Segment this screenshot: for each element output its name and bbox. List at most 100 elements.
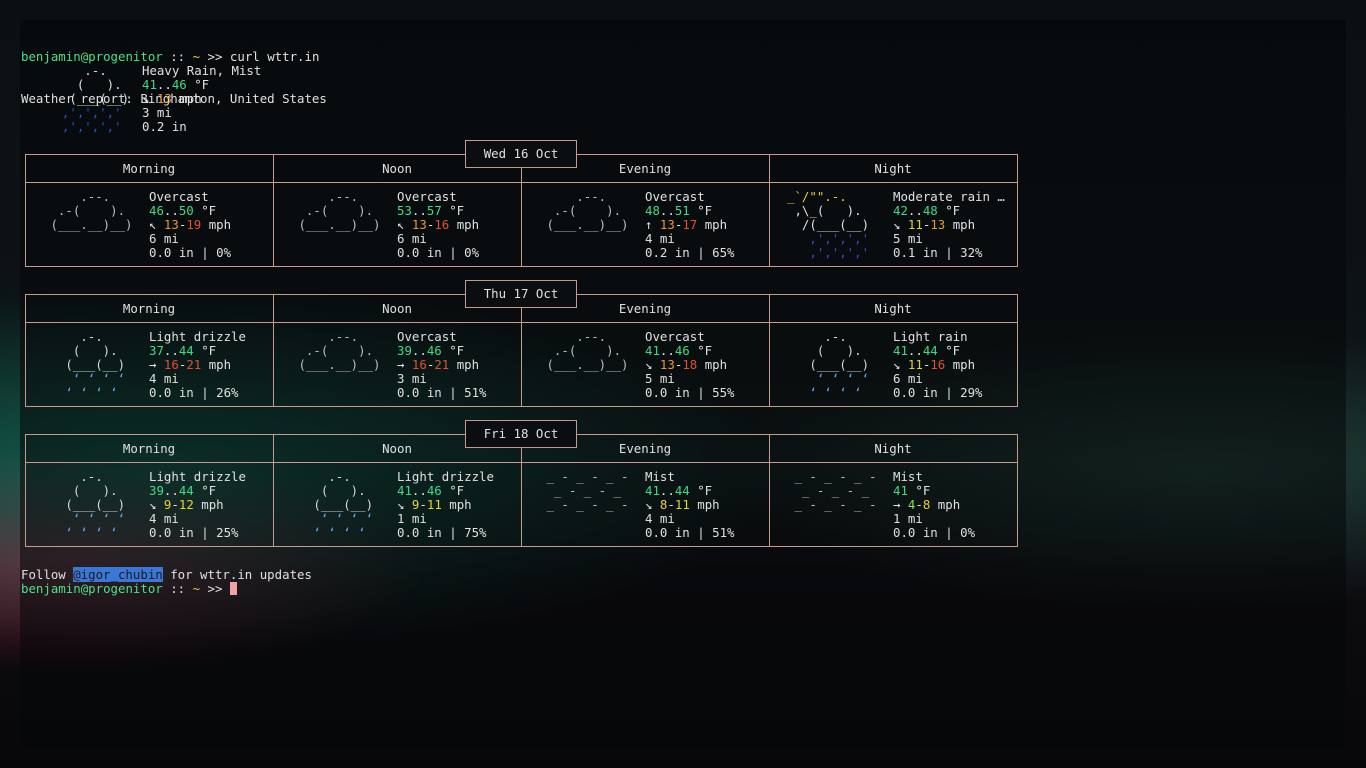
forecast-temp: 39..46 °F [397, 344, 487, 358]
current-weather-info: Heavy Rain, Mist 41..46 °F ↘ 13 mph 3 mi 0.2… [142, 64, 261, 134]
wind-high: 16 [434, 217, 450, 232]
forecast-temp: 41..46 °F [645, 344, 735, 358]
wind-unit: mph [201, 357, 232, 372]
weather-art-line: (___.__)__) [291, 217, 388, 232]
temp-sep: .. [659, 483, 675, 498]
forecast-visibility: 6 mi [397, 231, 427, 246]
forecast-precip: 0.0 in | 55% [645, 385, 735, 400]
weather-art-line: ‚'‚'‚'‚' [787, 231, 877, 246]
wind-unit: mph [449, 217, 480, 232]
weather-art: _ - _ - _ - _ - _ - _ _ - _ - _ - [539, 470, 636, 512]
forecast-wind: → 16-21 mph [149, 358, 246, 372]
current-wind-unit: mph [171, 91, 202, 106]
forecast-info: Light drizzle 39..44 °F ↘ 9-12 mph 4 mi 0.0 … [149, 470, 246, 540]
wind-unit: mph [930, 497, 961, 512]
forecast-precip: 0.2 in | 65% [645, 245, 735, 260]
wind-high: 18 [682, 357, 698, 372]
weather-art: .-. ( ). (___(__) ‘ ‘ ‘ ‘ ‘ ‘ ‘ ‘ [787, 330, 884, 400]
text-cursor [229, 582, 237, 595]
wind-low: 13 [411, 217, 427, 232]
weather-art: .--. .-( ). (___.__)__) [291, 330, 388, 372]
forecast-info: Overcast 53..57 °F ↖ 13-16 mph 6 mi 0.0 in |… [397, 190, 479, 260]
weather-art-line: (___(__) [291, 497, 388, 512]
forecast-wind: ↖ 13-16 mph [397, 218, 479, 232]
current-wind: ↘ 13 mph [142, 92, 261, 106]
forecast-cell: .--. .-( ). (___.__)__) Overcast 48..51 °… [521, 190, 769, 260]
temp-unit: °F [907, 483, 931, 498]
temp-low: 41 [645, 483, 660, 498]
forecast-temp: 41..44 °F [645, 484, 735, 498]
forecast-visibility: 1 mi [893, 511, 923, 526]
temp-high: 50 [178, 203, 194, 218]
weather-art-line: ,\_( ). [787, 203, 877, 218]
weather-art: _`/"".-. ,\_( ). /(___(__) ‚'‚'‚'‚' ‚'‚'… [787, 190, 877, 260]
weather-art-line: ‘ ‘ ‘ ‘ [43, 511, 140, 526]
temp-unit: °F [193, 483, 217, 498]
forecast-info: Overcast 39..46 °F → 16-21 mph 3 mi 0.0 in |… [397, 330, 487, 400]
current-precip: 0.2 in [142, 119, 187, 134]
forecast-temp: 41..44 °F [893, 344, 983, 358]
footer-line: Follow @igor_chubin for wttr.in updates [21, 567, 312, 582]
temp-high: 46 [426, 343, 442, 358]
footer-pre: Follow [21, 567, 74, 582]
forecast-info: Mist 41 °F → 4-8 mph 1 mi 0.0 in | 0% [893, 470, 975, 540]
weather-art-line: .-( ). [539, 203, 636, 218]
forecast-day-table: Morning Noon Evening Night Fri 18 Oct .-. ( … [25, 420, 1018, 547]
temp-sep: .. [907, 343, 923, 358]
wind-unit: mph [449, 357, 480, 372]
wind-high: 12 [178, 497, 194, 512]
weather-art-line: _ - _ - _ - [539, 497, 636, 512]
temp-high: 57 [426, 203, 442, 218]
forecast-cell: .--. .-( ). (___.__)__) Overcast 41..46 °… [521, 330, 769, 400]
current-temp-hi: 46 [171, 77, 187, 92]
forecast-precip: 0.0 in | 26% [149, 385, 239, 400]
date-label: Wed 16 Oct [465, 140, 577, 168]
weather-art-line: (___.__)__) [539, 357, 636, 372]
weather-art-line: .-. [787, 329, 884, 344]
temp-unit: °F [689, 203, 713, 218]
wind-arrow-icon: ↑ [645, 217, 660, 232]
current-art-line: (___(__) [47, 91, 144, 106]
forecast-wind: ↑ 13-17 mph [645, 218, 735, 232]
wind-high: 16 [930, 357, 946, 372]
forecast-visibility: 4 mi [645, 231, 675, 246]
temp-sep: .. [411, 483, 427, 498]
wind-arrow-icon: ↘ [893, 357, 908, 372]
forecast-cell: .-. ( ). (___(__) ‘ ‘ ‘ ‘ ‘ ‘ ‘ ‘ Light … [273, 470, 521, 540]
weather-art-line: .-. [43, 469, 140, 484]
forecast-wind: → 16-21 mph [397, 358, 487, 372]
temp-low: 42 [893, 203, 908, 218]
prompt-line-2[interactable]: benjamin@progenitor :: ~ >> [21, 582, 312, 596]
twitter-handle-link[interactable]: @igor_chubin [73, 567, 163, 582]
weather-art: .--. .-( ). (___.__)__) [291, 190, 388, 232]
weather-art-line: (___(__) [43, 357, 140, 372]
temp-low: 39 [149, 483, 164, 498]
weather-art: .-. ( ). (___(__) ‘ ‘ ‘ ‘ ‘ ‘ ‘ ‘ [43, 330, 140, 400]
wind-unit: mph [697, 357, 728, 372]
wind-unit: mph [193, 497, 224, 512]
forecast-condition: Moderate rain … [893, 189, 1005, 204]
wind-unit: mph [201, 217, 232, 232]
forecast-info: Moderate rain … 42..48 °F ↘ 11-13 mph 5 mi 0… [893, 190, 1005, 260]
weather-art: .-. ( ). (___(__) ‘ ‘ ‘ ‘ ‘ ‘ ‘ ‘ [43, 470, 140, 540]
wind-low: 11 [907, 357, 923, 372]
date-label: Thu 17 Oct [465, 280, 577, 308]
temp-high: 44 [922, 343, 938, 358]
forecast-info: Overcast 48..51 °F ↑ 13-17 mph 4 mi 0.2 in |… [645, 190, 735, 260]
forecast-info: Overcast 46..50 °F ↖ 13-19 mph 6 mi 0.0 in |… [149, 190, 231, 260]
forecast-precip: 0.1 in | 32% [893, 245, 983, 260]
temp-high: 44 [178, 343, 194, 358]
weather-art-line: .-( ). [291, 343, 388, 358]
forecast-wind: ↘ 9-11 mph [397, 498, 494, 512]
forecast-temp: 39..44 °F [149, 484, 246, 498]
weather-art-line: /(___(__) [787, 217, 877, 232]
weather-art-line: .--. [539, 329, 636, 344]
weather-art-line: ( ). [291, 483, 388, 498]
weather-art-line: .-. [291, 469, 388, 484]
weather-art: .--. .-( ). (___.__)__) [43, 190, 140, 232]
temp-low: 53 [397, 203, 412, 218]
wind-high: 19 [186, 217, 202, 232]
prompt-user-2: benjamin [21, 581, 81, 596]
forecast-wind: ↘ 9-12 mph [149, 498, 246, 512]
temp-low: 39 [397, 343, 412, 358]
